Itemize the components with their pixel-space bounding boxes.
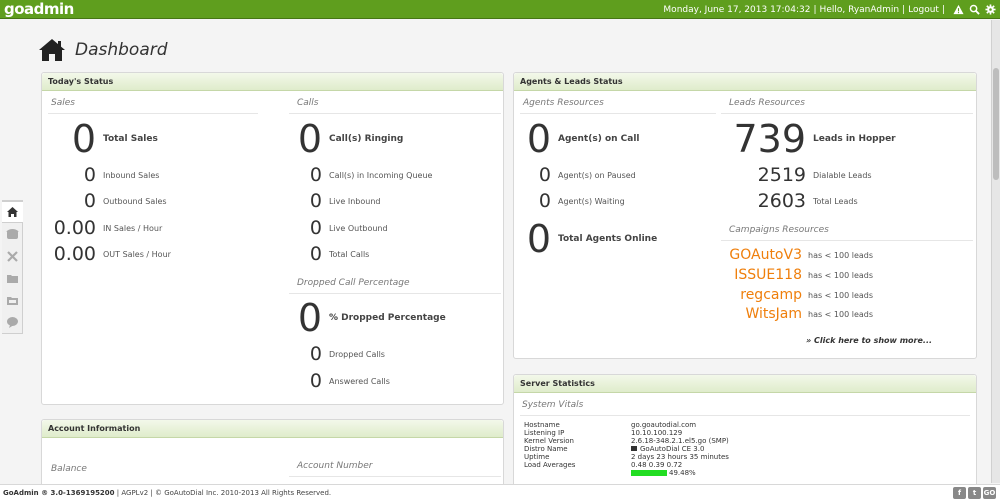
system-vitals-heading: System Vitals xyxy=(522,400,584,410)
live-inbound: 0 Live Inbound xyxy=(309,190,381,212)
home-icon xyxy=(39,39,65,61)
vitals-row: Kernel Version 2.6.18-348.2.1.el5.go (SMP… xyxy=(524,437,729,445)
chat-icon xyxy=(7,317,18,328)
greeting: Hello, RyanAdmin xyxy=(819,4,900,15)
campaign-item[interactable]: ISSUE118 has < 100 leads xyxy=(714,267,873,283)
search-icon[interactable] xyxy=(969,4,980,15)
dropped-percentage: 0 % Dropped Percentage xyxy=(297,296,446,340)
vitals-row: Uptime 2 days 23 hours 35 minutes xyxy=(524,453,729,461)
folder-tool[interactable] xyxy=(2,267,23,289)
cpu-usage-bar xyxy=(631,470,667,476)
balance-label: Balance xyxy=(51,464,87,474)
campaigns-heading: Campaigns Resources xyxy=(729,225,829,235)
top-right-area: Monday, June 17, 2013 17:04:32 | Hello, … xyxy=(663,0,996,19)
account-number-label: Account Number xyxy=(297,461,373,471)
out-sales-per-hour: 0.00 OUT Sales / Hour xyxy=(53,243,171,265)
home-tool[interactable] xyxy=(2,201,23,223)
phone-tool[interactable] xyxy=(2,223,23,245)
in-sales-per-hour: 0.00 IN Sales / Hour xyxy=(53,217,163,239)
dropped-calls: 0 Dropped Calls xyxy=(309,343,385,365)
logout-link[interactable]: Logout xyxy=(908,5,939,15)
vertical-scrollbar[interactable] xyxy=(991,20,1000,483)
vitals-row: Listening IP 10.10.100.129 xyxy=(524,429,683,437)
campaign-item[interactable]: WitsJam has < 100 leads xyxy=(714,306,873,322)
warning-icon[interactable] xyxy=(953,4,964,15)
datetime: Monday, June 17, 2013 17:04:32 xyxy=(663,4,811,15)
product-version: GoAdmin ® 3.0-1369195200 xyxy=(3,489,115,497)
agents-leads-panel: Agents & Leads Status Agents Resources 0… xyxy=(513,72,977,359)
folder-alt-tool[interactable] xyxy=(2,289,23,311)
inbound-sales: 0 Inbound Sales xyxy=(83,164,160,186)
agents-heading: Agents Resources xyxy=(523,98,604,108)
app-logo[interactable]: goadmin xyxy=(4,0,74,18)
scrollbar-thumb[interactable] xyxy=(993,68,999,180)
folder-open-icon xyxy=(7,297,18,305)
leads-heading: Leads Resources xyxy=(729,98,805,108)
footer: GoAdmin ® 3.0-1369195200 | AGPLv2 | © Go… xyxy=(0,484,1000,501)
campaign-item[interactable]: GOAutoV3 has < 100 leads xyxy=(714,247,873,263)
system-vitals-table: Hostname go.goautodial.com Listening IP 10… xyxy=(524,421,729,477)
todays-status-panel: Today's Status Sales 0 Total Sales 0 Inb… xyxy=(41,72,504,405)
help-tool[interactable] xyxy=(2,311,23,333)
tools-tool[interactable] xyxy=(2,245,23,267)
dropped-heading: Dropped Call Percentage xyxy=(297,278,410,288)
live-outbound: 0 Live Outbound xyxy=(309,217,388,239)
calls-ringing: 0 Call(s) Ringing xyxy=(297,117,404,161)
leads-in-hopper: 739 Leads in Hopper xyxy=(733,117,896,161)
answered-calls: 0 Answered Calls xyxy=(309,370,390,392)
dialable-leads: 2519 Dialable Leads xyxy=(757,164,872,186)
wrench-icon xyxy=(7,251,18,262)
total-calls: 0 Total Calls xyxy=(309,243,370,265)
folder-icon xyxy=(7,275,18,283)
outbound-sales: 0 Outbound Sales xyxy=(83,190,167,212)
campaign-item[interactable]: regcamp has < 100 leads xyxy=(714,287,873,303)
account-information-panel: Account Information Balance Account Numb… xyxy=(41,419,504,489)
agents-on-call: 0 Agent(s) on Call xyxy=(526,117,640,161)
home-icon xyxy=(7,207,18,217)
top-bar: goadmin Monday, June 17, 2013 17:04:32 |… xyxy=(0,0,1000,19)
sales-heading: Sales xyxy=(51,98,75,108)
total-sales: 0 Total Sales xyxy=(71,117,158,161)
twitter-icon[interactable]: t xyxy=(968,487,981,499)
side-toolbar xyxy=(2,200,23,334)
gear-icon[interactable] xyxy=(985,4,996,15)
goautodial-icon[interactable]: GO xyxy=(983,487,996,499)
agents-online: 0 Total Agents Online xyxy=(526,217,658,261)
vitals-row: Hostname go.goautodial.com xyxy=(524,421,697,429)
panel-title: Agents & Leads Status xyxy=(514,73,976,91)
social-links: f t GO xyxy=(951,487,996,499)
agents-on-paused: 0 Agent(s) on Paused xyxy=(538,164,636,186)
show-more-campaigns-link[interactable]: » Click here to show more... xyxy=(806,336,932,345)
panel-title: Today's Status xyxy=(42,73,503,91)
page-header: Dashboard xyxy=(37,37,168,63)
panel-title: Account Information xyxy=(42,420,503,438)
vitals-row: Load Averages 0.48 0.39 0.72 xyxy=(524,461,683,469)
phone-icon xyxy=(6,229,19,239)
calls-heading: Calls xyxy=(297,98,319,108)
page-title: Dashboard xyxy=(75,40,168,60)
agents-waiting: 0 Agent(s) Waiting xyxy=(538,190,625,212)
vitals-row: Distro Name GoAutoDial CE 3.0 xyxy=(524,445,705,453)
facebook-icon[interactable]: f xyxy=(953,487,966,499)
distro-icon xyxy=(631,446,637,451)
panel-title: Server Statistics xyxy=(514,375,976,393)
license-text: | AGPLv2 | © GoAutoDial Inc. 2010-2013 A… xyxy=(116,489,332,497)
vitals-row: 49.48% xyxy=(524,469,729,477)
calls-incoming-queue: 0 Call(s) in Incoming Queue xyxy=(309,164,433,186)
server-statistics-panel: Server Statistics System Vitals Hostname… xyxy=(513,374,977,489)
total-leads: 2603 Total Leads xyxy=(757,190,858,212)
